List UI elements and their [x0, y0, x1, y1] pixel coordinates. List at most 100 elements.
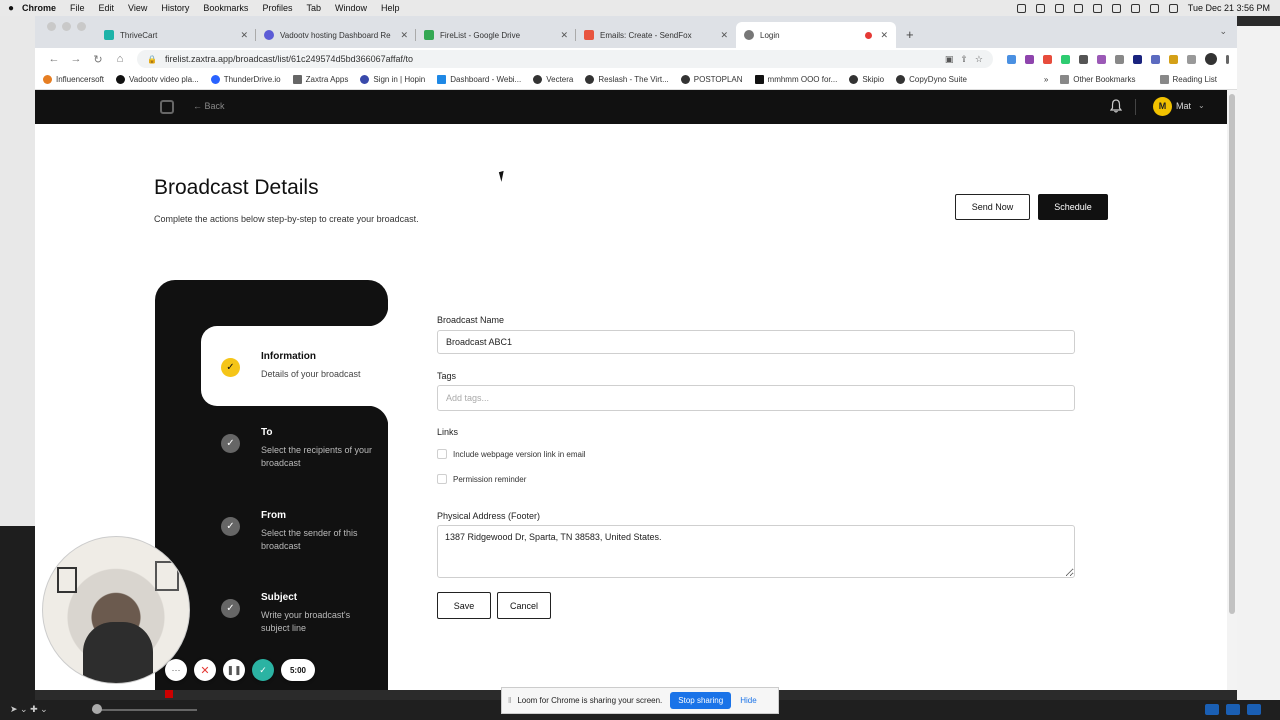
extension-icon[interactable] [1133, 54, 1142, 64]
apple-icon[interactable]: ● [0, 3, 22, 14]
menu-bookmarks[interactable]: Bookmarks [203, 3, 248, 13]
taskbar-app-icon[interactable] [1205, 704, 1219, 715]
tags-input[interactable] [437, 385, 1075, 411]
back-link[interactable]: ← Back [193, 101, 225, 111]
bluetooth-icon[interactable] [1130, 3, 1140, 13]
bookmark-item[interactable]: Vectera [533, 75, 573, 84]
reload-icon[interactable]: ↻ [87, 53, 109, 66]
screen-record-icon[interactable] [1035, 3, 1045, 13]
bookmark-item[interactable]: CopyDyno Suite [896, 75, 967, 84]
tab-vadootv[interactable]: Vadootv hosting Dashboard Re ✕ [256, 22, 416, 48]
bookmark-item[interactable]: POSTOPLAN [680, 75, 743, 84]
save-button[interactable]: Save [437, 592, 491, 619]
close-tab-icon[interactable]: ✕ [880, 30, 888, 41]
close-tab-icon[interactable]: ✕ [240, 30, 248, 41]
bookmark-item[interactable]: Reslash - The Virt... [585, 75, 669, 84]
tab-search-chevron-icon[interactable]: ⌄ [1219, 26, 1227, 37]
menu-edit[interactable]: Edit [99, 3, 115, 13]
address-bar[interactable]: 🔒 firelist.zaxtra.app/broadcast/list/61c… [137, 50, 993, 68]
bookmark-item[interactable]: Influencersoft [43, 75, 104, 84]
search-icon[interactable] [1168, 3, 1178, 13]
more-options-icon[interactable]: ··· [165, 659, 187, 681]
extension-icon[interactable] [1169, 54, 1178, 64]
bookmark-item[interactable]: Zaxtra Apps [292, 75, 348, 84]
physical-address-textarea[interactable]: 1387 Ridgewood Dr, Sparta, TN 38583, Uni… [437, 525, 1075, 578]
taskbar-app-icon[interactable] [1226, 704, 1240, 715]
new-tab-button[interactable]: + [896, 27, 924, 48]
tab-thrivecart[interactable]: ThriveCart ✕ [96, 22, 256, 48]
camera-icon[interactable]: ▣ [945, 54, 954, 65]
pointer-tool-icon[interactable]: ➤ ⌄ ✚ ⌄ [10, 704, 48, 715]
star-icon[interactable]: ☆ [975, 54, 983, 65]
tab-sendfox[interactable]: Emails: Create - SendFox ✕ [576, 22, 736, 48]
bookmark-item[interactable]: Sign in | Hopin [360, 75, 425, 84]
close-tab-icon[interactable]: ✕ [400, 30, 408, 41]
tab-login[interactable]: Login ✕ [736, 22, 896, 48]
app-logo-icon[interactable] [160, 100, 174, 114]
bookmark-item[interactable]: Vadootv video pla... [116, 75, 199, 84]
page-scrollbar[interactable] [1227, 90, 1237, 690]
minimize-window-button[interactable] [62, 21, 71, 31]
forward-arrow-icon[interactable]: → [65, 53, 87, 65]
back-arrow-icon[interactable]: ← [43, 53, 65, 65]
battery-icon[interactable] [1111, 3, 1121, 13]
menu-profiles[interactable]: Profiles [262, 3, 292, 13]
bookmark-item[interactable]: Dashboard - Webi... [437, 75, 521, 84]
play-icon[interactable] [1073, 3, 1083, 13]
user-name[interactable]: Mat [1176, 101, 1191, 111]
zoom-slider-knob[interactable] [92, 704, 102, 714]
permission-reminder-option[interactable]: Permission reminder [437, 474, 526, 484]
scrollbar-thumb[interactable] [1229, 94, 1235, 614]
menu-view[interactable]: View [128, 3, 147, 13]
stop-sharing-button[interactable]: Stop sharing [670, 692, 732, 709]
broadcast-name-input[interactable] [437, 330, 1075, 354]
drag-handle-icon[interactable]: ‖ [508, 696, 511, 705]
send-now-button[interactable]: Send Now [955, 194, 1030, 220]
bookmark-item[interactable]: mmhmm OOO for... [754, 75, 837, 84]
extension-icon[interactable] [1079, 54, 1088, 64]
webpage-link-checkbox[interactable] [437, 449, 447, 459]
hide-sharing-bar-button[interactable]: Hide [740, 696, 756, 705]
extension-icon[interactable] [1061, 54, 1070, 64]
bookmark-item[interactable]: ThunderDrive.io [210, 75, 281, 84]
menu-help[interactable]: Help [381, 3, 400, 13]
close-tab-icon[interactable]: ✕ [560, 30, 568, 41]
close-window-button[interactable] [47, 21, 56, 31]
share-icon[interactable]: ⇪ [960, 54, 968, 65]
notification-bell-icon[interactable] [1110, 99, 1122, 113]
zoom-slider[interactable] [92, 709, 197, 711]
extension-icon[interactable] [1151, 54, 1160, 64]
menu-history[interactable]: History [161, 3, 189, 13]
menu-app-chrome[interactable]: Chrome [22, 3, 56, 13]
schedule-button[interactable]: Schedule [1038, 194, 1108, 220]
profile-avatar[interactable] [1205, 53, 1217, 65]
menu-window[interactable]: Window [335, 3, 367, 13]
menu-tab[interactable]: Tab [306, 3, 321, 13]
tab-google-drive[interactable]: FireList - Google Drive ✕ [416, 22, 576, 48]
extension-icon[interactable] [1097, 54, 1106, 64]
finish-recording-icon[interactable]: ✓ [252, 659, 274, 681]
pause-icon[interactable]: ❚❚ [223, 659, 245, 681]
puzzle-icon[interactable] [1187, 54, 1196, 64]
cancel-button[interactable]: Cancel [497, 592, 551, 619]
close-tab-icon[interactable]: ✕ [720, 30, 728, 41]
reading-list-button[interactable]: Reading List [1159, 75, 1217, 84]
user-avatar[interactable]: M [1153, 97, 1172, 116]
webpage-link-option[interactable]: Include webpage version link in email [437, 449, 586, 459]
mic-icon[interactable] [1016, 3, 1026, 13]
menubar-clock[interactable]: Tue Dec 21 3:56 PM [1188, 3, 1270, 13]
zoom-window-button[interactable] [77, 21, 86, 31]
volume-icon[interactable] [1054, 3, 1064, 13]
taskbar-app-icon[interactable] [1247, 704, 1261, 715]
other-bookmarks-folder[interactable]: Other Bookmarks [1060, 75, 1136, 84]
extension-icon[interactable] [1043, 54, 1052, 64]
time-machine-icon[interactable] [1092, 3, 1102, 13]
bookmark-item[interactable]: Skipio [849, 75, 884, 84]
home-icon[interactable]: ⌂ [109, 53, 131, 65]
cancel-recording-icon[interactable]: ✕ [194, 659, 216, 681]
lock-icon[interactable]: 🔒 [147, 55, 157, 64]
kebab-menu-icon[interactable] [1226, 54, 1229, 64]
extension-icon[interactable] [1115, 54, 1124, 64]
extension-icon[interactable] [1025, 54, 1034, 64]
extension-icon[interactable] [1007, 54, 1016, 64]
